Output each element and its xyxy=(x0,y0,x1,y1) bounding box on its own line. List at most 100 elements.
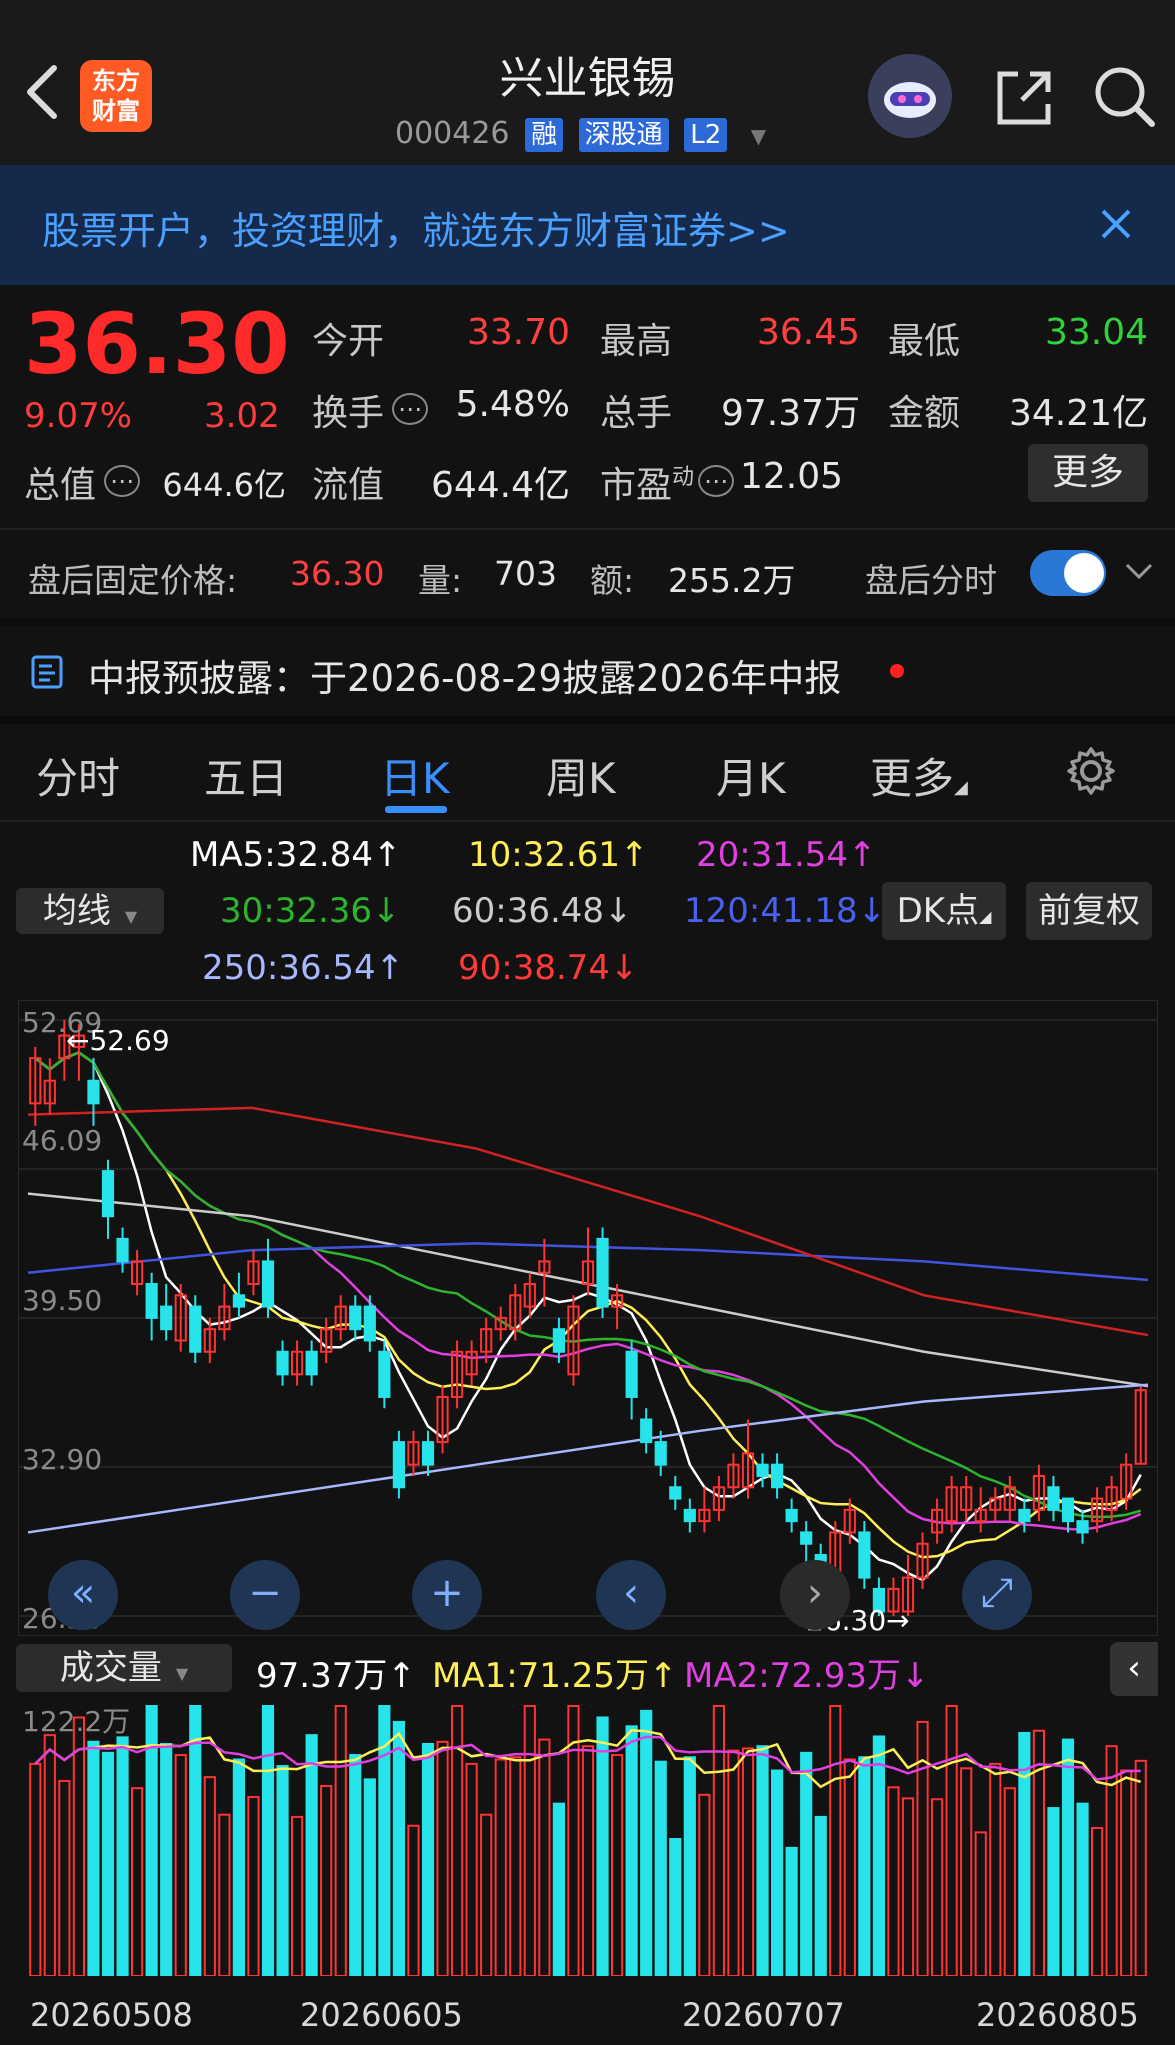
info-icon[interactable]: ⋯ xyxy=(392,393,429,425)
close-icon[interactable] xyxy=(1100,208,1132,240)
volume-bar xyxy=(858,1756,871,1976)
candle-body xyxy=(421,1441,435,1466)
volume-bar xyxy=(843,1758,856,1976)
open-label: 今开 xyxy=(312,321,385,362)
volume-bar xyxy=(989,1762,1002,1976)
open-value: 33.70 xyxy=(466,312,570,353)
volume-bar xyxy=(72,1716,85,1976)
candle-body xyxy=(261,1260,275,1308)
volume-bar xyxy=(756,1745,769,1976)
turnover-value: 5.48% xyxy=(455,384,570,425)
volume-bar xyxy=(771,1769,784,1976)
volume-bar xyxy=(872,1735,885,1976)
scroll-right-button[interactable]: › xyxy=(780,1560,850,1630)
volume-bar xyxy=(581,1745,595,1976)
x-date-label: 20260805 xyxy=(976,1996,1139,2034)
stock-subtitle[interactable]: 000426 融 深股通 L2 ▼ xyxy=(395,116,766,152)
candle-body xyxy=(625,1350,638,1398)
y-tick-label: 46.09 xyxy=(22,1124,103,1157)
notice-text[interactable]: 中报预披露：于2026-08-29披露2026年中报 xyxy=(88,648,841,702)
tab-monthly-k[interactable]: 月K xyxy=(716,745,786,806)
candle-body xyxy=(276,1350,289,1376)
candle-body xyxy=(800,1531,813,1545)
promo-banner-text[interactable]: 股票开户，投资理财，就选东方财富证券>> xyxy=(42,200,790,255)
candle-body xyxy=(654,1441,667,1466)
volume-bar xyxy=(261,1705,275,1976)
ma20-value: 20:31.54↑ xyxy=(696,835,877,875)
volume-bar xyxy=(654,1760,667,1976)
tab-intraday[interactable]: 分时 xyxy=(36,745,120,806)
corner-triangle-icon: ◢ xyxy=(979,907,992,926)
candle-body xyxy=(363,1305,376,1342)
amount-label: 金额 xyxy=(888,393,961,434)
float-cap-label: 流值 xyxy=(312,465,385,506)
divider xyxy=(0,820,1175,822)
stock-code: 000426 xyxy=(395,116,510,151)
candle-body xyxy=(858,1531,871,1579)
after-hours-vol: 703 xyxy=(494,554,557,593)
info-icon[interactable]: ⋯ xyxy=(698,465,735,497)
volume-bar xyxy=(189,1705,202,1976)
volume-ma2: MA2:72.93万↓ xyxy=(684,1656,930,1696)
volume-bar xyxy=(1047,1807,1060,1976)
tab-more[interactable]: 更多◢ xyxy=(870,745,968,806)
volume-bar xyxy=(611,1754,624,1976)
settings-icon[interactable] xyxy=(1066,746,1116,796)
tab-daily-k[interactable]: 日K xyxy=(380,745,450,806)
volume-bar xyxy=(945,1705,958,1976)
collapse-arrow-icon[interactable]: ‹ xyxy=(1110,1642,1158,1696)
ma60-value: 60:36.48↓ xyxy=(452,891,633,931)
volume-bar xyxy=(785,1846,798,1976)
volume-chart[interactable] xyxy=(18,1696,1158,1976)
info-icon[interactable]: ⋯ xyxy=(104,465,141,497)
chevron-down-icon[interactable] xyxy=(1124,562,1154,582)
volume-bar xyxy=(1105,1745,1118,1976)
search-icon[interactable] xyxy=(1092,64,1156,128)
candle-body xyxy=(378,1350,391,1398)
total-cap-label: 总值 ⋯ xyxy=(24,456,141,508)
total-cap-value: 644.6亿 xyxy=(162,466,286,504)
volume-bar xyxy=(712,1705,725,1976)
more-button[interactable]: 更多 xyxy=(1028,444,1148,502)
candle-body xyxy=(116,1237,129,1263)
x-date-label: 20260707 xyxy=(682,1996,845,2034)
scroll-left-button[interactable]: ‹ xyxy=(596,1560,666,1630)
assistant-avatar[interactable] xyxy=(868,54,952,138)
candle-body xyxy=(1061,1497,1075,1523)
active-tab-indicator xyxy=(385,806,447,813)
candle-body xyxy=(1076,1520,1089,1534)
volume-bar xyxy=(1003,1787,1016,1976)
volume-bar xyxy=(29,1762,42,1976)
kline-chart[interactable] xyxy=(18,1000,1158,1636)
turnover-label: 换手 ⋯ xyxy=(312,384,429,436)
volume-bar xyxy=(174,1754,187,1976)
volume-bar xyxy=(421,1743,435,1976)
volume-indicator-select[interactable]: 成交量 ▼ xyxy=(16,1644,232,1692)
volume-bar xyxy=(829,1705,842,1976)
volume-bar xyxy=(349,1754,362,1976)
high-value: 36.45 xyxy=(756,312,860,353)
volume-bar xyxy=(960,1767,973,1976)
candle-body xyxy=(669,1486,682,1500)
dk-point-button[interactable]: DK点◢ xyxy=(882,882,1006,940)
fullscreen-icon[interactable]: ⤢ xyxy=(962,1560,1032,1630)
report-icon xyxy=(31,655,63,689)
scroll-start-button[interactable]: « xyxy=(48,1560,118,1630)
volume-bar xyxy=(392,1720,405,1976)
volume-bar xyxy=(160,1743,173,1976)
volume-bar xyxy=(465,1762,478,1976)
indicator-select[interactable]: 均线 ▼ xyxy=(16,888,164,934)
volume-bar xyxy=(683,1756,696,1976)
float-cap-value: 644.4亿 xyxy=(430,465,570,506)
high-annotation: ←52.69 xyxy=(66,1024,170,1057)
volume-bar xyxy=(131,1787,144,1976)
tab-weekly-k[interactable]: 周K xyxy=(546,745,616,806)
zoom-in-button[interactable]: + xyxy=(412,1560,482,1630)
volume-max-label: 122.2万 xyxy=(22,1705,131,1738)
adjust-button[interactable]: 前复权 xyxy=(1026,882,1152,940)
volume-bar xyxy=(116,1736,129,1976)
tab-five-day[interactable]: 五日 xyxy=(204,745,288,806)
volume-bar xyxy=(698,1793,711,1976)
zoom-out-button[interactable]: − xyxy=(230,1560,300,1630)
share-icon[interactable] xyxy=(992,66,1056,130)
